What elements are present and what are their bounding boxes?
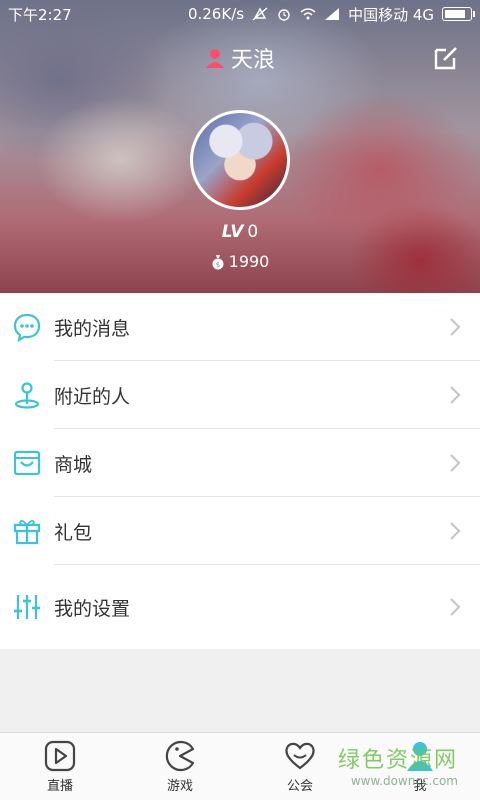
battery-icon [442,7,475,21]
status-bar: 下午2:27 0.26K/s 中国移动 4G [0,0,480,28]
nav-tab-me[interactable]: 我 [360,733,480,800]
pacman-icon [165,740,195,772]
mute-icon [252,7,268,21]
network-speed: 0.26K/s [187,5,245,23]
nav-tab-games[interactable]: 游戏 [120,733,240,800]
carrier-label: 中国移动 4G [348,5,434,24]
person-icon [407,742,433,771]
avatar[interactable] [190,110,290,210]
chevron-right-icon [450,598,461,616]
menu-label-gift: 礼包 [54,521,93,544]
profile-menu: 我的消息 附近的人 商城 礼包 我的设置 [0,293,480,649]
alarm-icon [278,9,290,21]
menu-label-settings: 我的设置 [54,597,131,620]
nav-tab-live[interactable]: 直播 [0,733,120,800]
bottom-navigation: 直播 游戏 公会 我 [0,732,480,800]
username: 天浪 [230,48,275,73]
menu-item-shop[interactable]: 商城 [0,429,480,497]
menu-label-nearby: 附近的人 [54,385,131,408]
chevron-right-icon [450,386,461,404]
nav-label-live: 直播 [46,779,73,794]
nav-label-guild: 公会 [286,779,313,794]
play-icon [44,740,76,772]
menu-item-nearby[interactable]: 附近的人 [0,361,480,429]
wifi-icon [300,8,316,20]
menu-label-shop: 商城 [54,453,93,476]
svg-text:$: $ [215,261,219,269]
money-bag-icon: $ [212,254,224,269]
heart-icon [285,742,315,770]
nav-label-me: 我 [413,779,427,794]
nav-tab-guild[interactable]: 公会 [240,733,360,800]
level-value: 0 [247,222,259,242]
user-icon [205,49,224,68]
signal-icon [325,8,340,20]
menu-label-messages: 我的消息 [54,317,131,340]
profile-title: 天浪 [0,40,480,76]
gift-icon [13,520,41,545]
menu-item-gift[interactable]: 礼包 [0,497,480,565]
nav-label-games: 游戏 [166,779,193,794]
coin-amount: 1990 [228,252,270,271]
settings-sliders-icon [14,595,40,619]
menu-item-messages[interactable]: 我的消息 [0,293,480,361]
location-pin-icon [14,382,40,409]
status-time: 下午2:27 [8,5,72,24]
menu-item-settings[interactable]: 我的设置 [0,565,480,649]
shop-bag-icon [13,450,41,476]
chevron-right-icon [450,454,461,472]
message-bubble-icon [13,313,41,342]
coin-balance: $ 1990 [0,252,480,271]
chevron-right-icon [450,318,461,336]
level-display: LV 0 [0,222,480,242]
chevron-right-icon [450,522,461,540]
level-prefix: LV [221,222,244,242]
edit-profile-button[interactable] [432,44,460,72]
